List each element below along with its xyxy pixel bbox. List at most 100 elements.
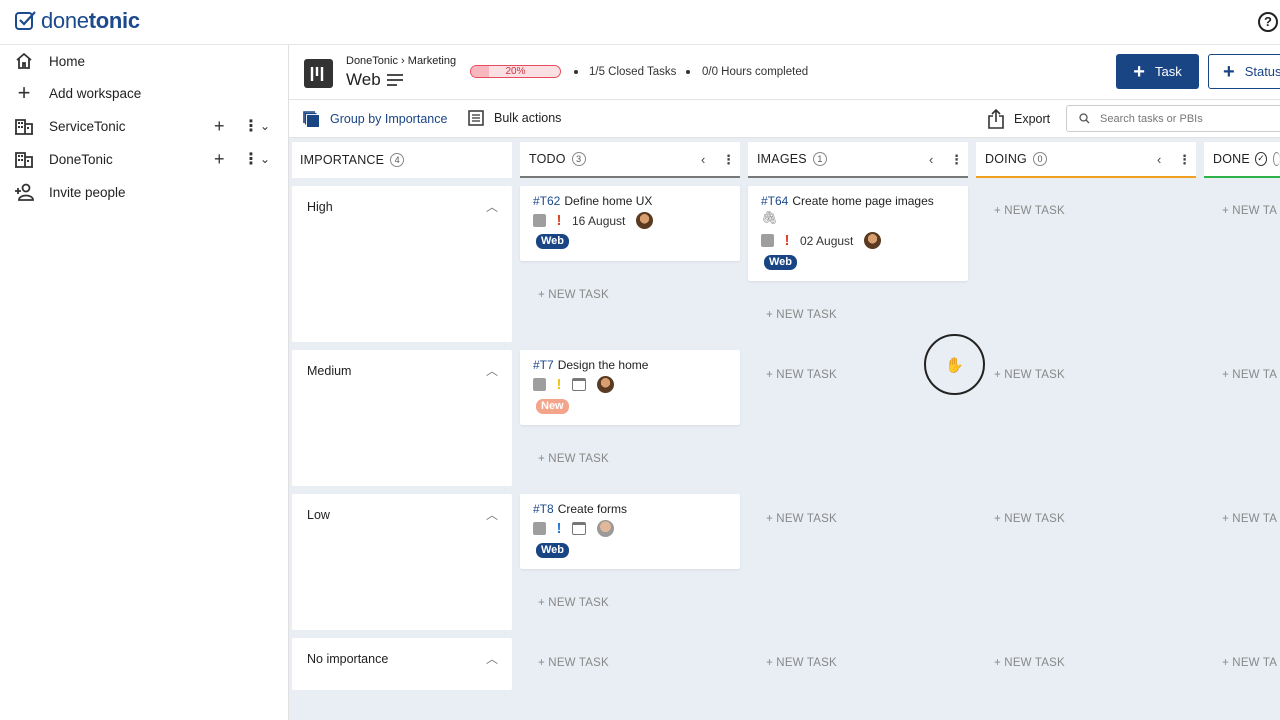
- status-square-icon[interactable]: [533, 214, 546, 227]
- status-square-icon[interactable]: [533, 522, 546, 535]
- avatar[interactable]: [596, 519, 615, 538]
- attachment-icon[interactable]: 🖇: [761, 210, 778, 226]
- bulk-actions-button[interactable]: Bulk actions: [468, 110, 561, 126]
- new-task-button[interactable]: + NEW TASK: [994, 657, 1065, 669]
- new-task-button[interactable]: + NEW TASK: [766, 657, 837, 669]
- new-task-button[interactable]: + NEW TASK: [538, 453, 609, 465]
- more-vert-icon[interactable]: ⋮: [243, 149, 259, 169]
- avatar[interactable]: [863, 231, 883, 250]
- collapse-icon[interactable]: ‹: [1157, 152, 1161, 167]
- status-square-icon[interactable]: [533, 378, 546, 391]
- more-vert-icon[interactable]: ⋮: [1178, 152, 1191, 168]
- bulk-actions-label: Bulk actions: [494, 111, 562, 125]
- chevron-up-icon[interactable]: ︿: [486, 198, 498, 215]
- progress-text: 20%: [505, 66, 526, 77]
- priority-icon[interactable]: !: [556, 376, 562, 393]
- new-task-button[interactable]: + NEW TASK: [538, 597, 609, 609]
- column-header-todo[interactable]: TODO 3 ‹ ⋮: [520, 142, 740, 178]
- tag-badge[interactable]: Web: [536, 543, 570, 558]
- status-square-icon[interactable]: [761, 234, 774, 247]
- column-name: IMPORTANCE: [300, 153, 385, 167]
- task-id[interactable]: #T62: [533, 194, 560, 208]
- app-logo[interactable]: donetonic: [14, 8, 140, 34]
- task-card-t8[interactable]: #T8 Create forms ! Web: [520, 494, 740, 569]
- priority-icon[interactable]: !: [784, 232, 790, 249]
- description-icon[interactable]: [386, 74, 403, 86]
- new-task-button[interactable]: + NEW TA: [1222, 513, 1277, 525]
- sidebar-item-donetonic[interactable]: DoneTonic + ⋮ ⌄: [0, 144, 288, 174]
- sidebar-item-invite-people[interactable]: Invite people: [0, 177, 288, 207]
- new-task-button[interactable]: + NEW TASK: [994, 205, 1065, 217]
- building-icon: [14, 116, 34, 136]
- add-icon[interactable]: +: [214, 149, 225, 170]
- collapse-icon[interactable]: ‹: [701, 152, 705, 167]
- new-task-button[interactable]: + NEW TASK: [766, 309, 837, 321]
- search-input[interactable]: Search tasks or PBIs: [1066, 105, 1280, 132]
- task-id[interactable]: #T64: [761, 194, 788, 208]
- page-title[interactable]: Web: [346, 70, 403, 90]
- more-vert-icon[interactable]: ⋮: [243, 116, 259, 136]
- project-title-text: Web: [346, 70, 381, 89]
- sidebar-item-home[interactable]: Home: [0, 46, 288, 76]
- export-label: Export: [1014, 112, 1051, 126]
- new-task-button[interactable]: + NEW TASK: [538, 657, 609, 669]
- project-header: DoneTonic › Marketing Web 20% 1/5 Closed…: [289, 45, 1280, 100]
- chevron-up-icon[interactable]: ︿: [486, 650, 498, 667]
- breadcrumb-parent[interactable]: DoneTonic: [346, 55, 398, 67]
- collapse-icon[interactable]: ‹: [929, 152, 933, 167]
- priority-icon[interactable]: !: [556, 520, 562, 537]
- board-area: DoneTonic › Marketing Web 20% 1/5 Closed…: [289, 45, 1280, 720]
- due-date[interactable]: 02 August: [800, 234, 853, 248]
- new-task-button[interactable]: + NEW TASK: [766, 513, 837, 525]
- task-card-t64[interactable]: #T64 Create home page images 🖇 ! 02 Augus…: [748, 186, 968, 281]
- tag-badge[interactable]: Web: [764, 255, 798, 270]
- new-task-button[interactable]: + NEW TASK: [994, 513, 1065, 525]
- card-meta: ! 16 August: [533, 211, 655, 230]
- tag-badge[interactable]: Web: [536, 234, 570, 249]
- new-task-button[interactable]: + NEW TASK: [766, 369, 837, 381]
- new-task-button[interactable]: + NEW TASK: [538, 289, 609, 301]
- avatar[interactable]: [635, 211, 655, 230]
- column-header-done[interactable]: DONE ✓: [1204, 142, 1280, 178]
- add-status-button[interactable]: + Status: [1208, 54, 1280, 89]
- task-id[interactable]: #T7: [533, 358, 554, 372]
- add-task-button[interactable]: + Task: [1116, 54, 1199, 89]
- add-icon[interactable]: +: [214, 116, 225, 137]
- hours-stat: 0/0 Hours completed: [702, 66, 809, 78]
- task-card-t7[interactable]: #T7 Design the home ! New: [520, 350, 740, 425]
- new-task-button[interactable]: + NEW TA: [1222, 657, 1277, 669]
- calendar-icon[interactable]: [572, 378, 586, 391]
- breadcrumb[interactable]: DoneTonic › Marketing: [346, 55, 456, 67]
- column-header-doing[interactable]: DOING 0 ‹ ⋮: [976, 142, 1196, 178]
- chevron-up-icon[interactable]: ︿: [486, 506, 498, 523]
- sidebar-item-label: Invite people: [49, 184, 126, 200]
- add-task-label: Task: [1154, 64, 1182, 79]
- avatar[interactable]: [596, 375, 615, 394]
- new-task-button[interactable]: + NEW TA: [1222, 369, 1277, 381]
- chevron-down-icon[interactable]: ⌄: [260, 119, 270, 133]
- search-icon: [1079, 113, 1090, 124]
- search-placeholder: Search tasks or PBIs: [1100, 112, 1203, 125]
- help-icon[interactable]: ?: [1258, 12, 1278, 32]
- new-task-button[interactable]: + NEW TA: [1222, 205, 1277, 217]
- task-card-t62[interactable]: #T62 Define home UX ! 16 August Web: [520, 186, 740, 261]
- new-task-button[interactable]: + NEW TASK: [994, 369, 1065, 381]
- column-header-images[interactable]: IMAGES 1 ‹ ⋮: [748, 142, 968, 178]
- breadcrumb-child[interactable]: Marketing: [408, 55, 456, 67]
- chevron-up-icon[interactable]: ︿: [486, 362, 498, 379]
- tag-badge[interactable]: New: [536, 399, 569, 414]
- group-by-label: Group by Importance: [330, 112, 448, 126]
- chevron-down-icon[interactable]: ⌄: [260, 152, 270, 166]
- sidebar-item-add-workspace[interactable]: + Add workspace: [0, 78, 288, 108]
- separator-dot: [574, 70, 578, 74]
- export-button[interactable]: Export: [988, 109, 1050, 129]
- calendar-icon[interactable]: [572, 522, 586, 535]
- priority-icon[interactable]: !: [556, 212, 562, 229]
- task-id[interactable]: #T8: [533, 502, 554, 516]
- more-vert-icon[interactable]: ⋮: [950, 152, 963, 168]
- more-vert-icon[interactable]: ⋮: [722, 152, 735, 168]
- due-date[interactable]: 16 August: [572, 214, 625, 228]
- group-by-button[interactable]: Group by Importance: [302, 110, 447, 128]
- sidebar-item-servicetonic[interactable]: ServiceTonic + ⋮ ⌄: [0, 111, 288, 141]
- sidebar: Home + Add workspace ServiceTonic + ⋮ ⌄ …: [0, 45, 289, 720]
